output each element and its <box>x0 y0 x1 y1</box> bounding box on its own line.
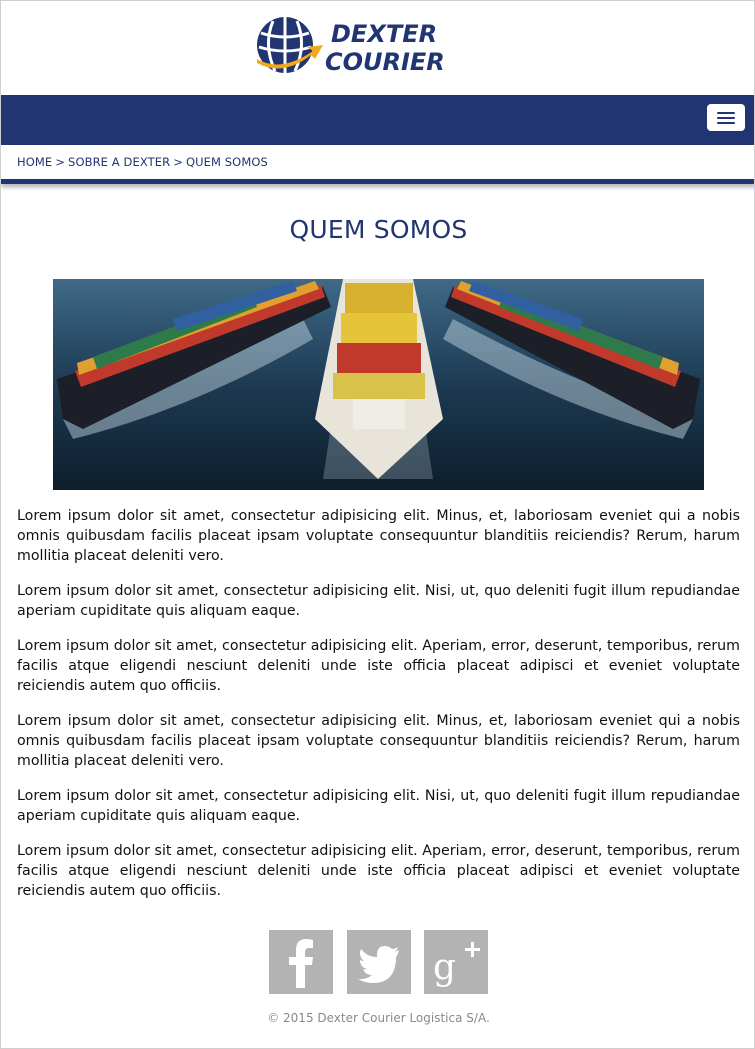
globe-icon <box>257 17 323 73</box>
hero-image <box>53 279 704 490</box>
breadcrumb-sobre[interactable]: SOBRE A DEXTER <box>68 155 170 169</box>
content-paragraph: Lorem ipsum dolor sit amet, consectetur … <box>17 583 740 619</box>
breadcrumb-current: QUEM SOMOS <box>185 155 268 169</box>
svg-text:COURIER: COURIER <box>325 48 445 76</box>
main-navbar <box>1 95 754 145</box>
menu-line <box>717 116 735 119</box>
content-paragraph: Lorem ipsum dolor sit amet, consectetur … <box>17 788 740 824</box>
breadcrumb-home[interactable]: HOME <box>17 155 52 169</box>
main-content: Lorem ipsum dolor sit amet, consectetur … <box>17 506 740 916</box>
content-paragraph: Lorem ipsum dolor sit amet, consectetur … <box>17 713 740 769</box>
hamburger-menu-button[interactable] <box>707 104 745 131</box>
facebook-icon <box>289 939 313 988</box>
twitter-icon <box>358 946 399 983</box>
svg-text:DEXTER: DEXTER <box>331 20 437 48</box>
site-header: DEXTER COURIER <box>1 1 754 95</box>
content-paragraph: Lorem ipsum dolor sit amet, consectetur … <box>17 508 740 564</box>
facebook-button[interactable] <box>269 930 333 994</box>
page-frame: DEXTER COURIER HOME > SOBRE A DEXTER > QUEM … <box>0 0 755 1049</box>
svg-text:g: g <box>433 947 456 988</box>
twitter-button[interactable] <box>347 930 411 994</box>
google-plus-icon: g <box>433 942 480 988</box>
breadcrumb-divider <box>1 179 754 184</box>
menu-line <box>717 121 735 124</box>
page-title: QUEM SOMOS <box>289 215 468 244</box>
breadcrumb-separator: > <box>173 155 183 169</box>
breadcrumb: HOME > SOBRE A DEXTER > QUEM SOMOS <box>17 155 268 169</box>
menu-line <box>717 111 735 114</box>
content-paragraph: Lorem ipsum dolor sit amet, consectetur … <box>17 638 740 694</box>
brand-logo[interactable]: DEXTER COURIER <box>253 15 513 77</box>
content-paragraph: Lorem ipsum dolor sit amet, consectetur … <box>17 843 740 899</box>
google-plus-button[interactable]: g <box>424 930 488 994</box>
footer-copyright: © 2015 Dexter Courier Logistica S/A. <box>267 1011 490 1025</box>
breadcrumb-separator: > <box>55 155 66 169</box>
